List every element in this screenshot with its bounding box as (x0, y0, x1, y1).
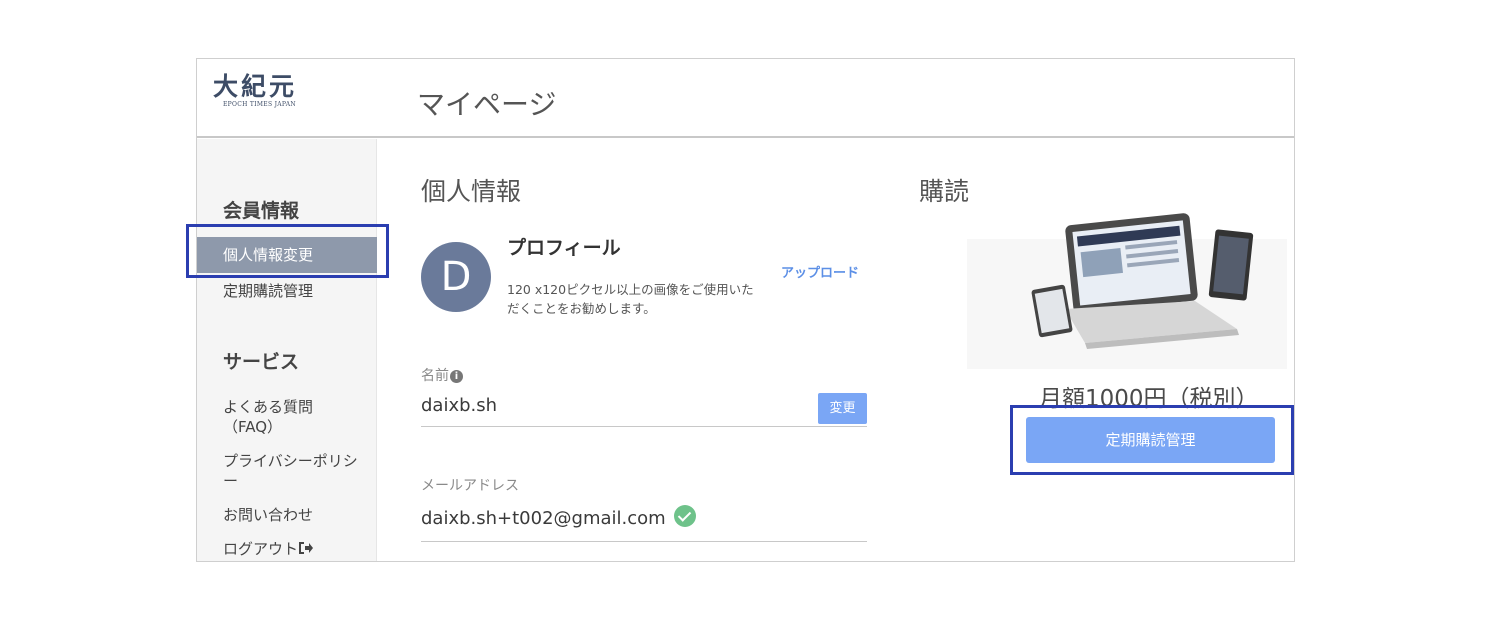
devices-image (967, 213, 1287, 369)
change-name-button[interactable]: 変更 (818, 393, 867, 424)
logo-subtext: EPOCH TIMES JAPAN (223, 101, 296, 108)
subscription-manage-button[interactable]: 定期購読管理 (1026, 417, 1275, 463)
name-label-text: 名前 (421, 368, 449, 384)
upload-link[interactable]: アップロード (781, 262, 859, 281)
sidebar-item-privacy[interactable]: プライバシーポリシー (223, 451, 363, 491)
subscription-title: 購読 (919, 177, 970, 206)
logout-icon (299, 542, 314, 554)
verified-check-icon (673, 505, 696, 527)
email-underline (421, 541, 867, 542)
profile-title: プロフィール (507, 237, 621, 259)
sidebar-item-personal-info[interactable]: 個人情報変更 (197, 237, 377, 273)
name-label: 名前 i (421, 365, 463, 385)
sidebar: 会員情報 個人情報変更 定期購読管理 サービス よくある質問 （FAQ） プライ… (197, 139, 377, 561)
avatar: D (421, 242, 491, 312)
info-icon[interactable]: i (450, 370, 463, 383)
sidebar-heading-member: 会員情報 (223, 200, 300, 222)
logout-label: ログアウト (223, 540, 299, 558)
email-field: daixb.sh+t002@gmail.com (421, 505, 696, 529)
email-label: メールアドレス (421, 478, 519, 494)
sidebar-item-subscription[interactable]: 定期購読管理 (223, 281, 313, 301)
name-value: daixb.sh (421, 395, 498, 416)
mypage-window: 大紀元 EPOCH TIMES JAPAN マイページ 会員情報 個人情報変更 … (196, 58, 1295, 562)
logo[interactable]: 大紀元 EPOCH TIMES JAPAN (213, 73, 323, 113)
email-value: daixb.sh+t002@gmail.com (421, 508, 666, 529)
logo-text: 大紀元 (213, 72, 298, 101)
header: 大紀元 EPOCH TIMES JAPAN マイページ (197, 59, 1294, 138)
price-label: 月額1000円（税別） (1039, 386, 1259, 412)
profile-description: 120 x120ピクセル以上の画像をご使用いただくことをお勧めします。 (507, 282, 754, 316)
page-title: マイページ (417, 88, 557, 121)
sidebar-item-contact[interactable]: お問い合わせ (223, 505, 313, 525)
name-underline (421, 426, 867, 427)
personal-info-title: 個人情報 (421, 177, 522, 206)
sidebar-heading-service: サービス (223, 351, 300, 373)
sidebar-item-faq[interactable]: よくある質問 （FAQ） (223, 397, 313, 437)
sidebar-item-logout[interactable]: ログアウト (223, 539, 314, 559)
